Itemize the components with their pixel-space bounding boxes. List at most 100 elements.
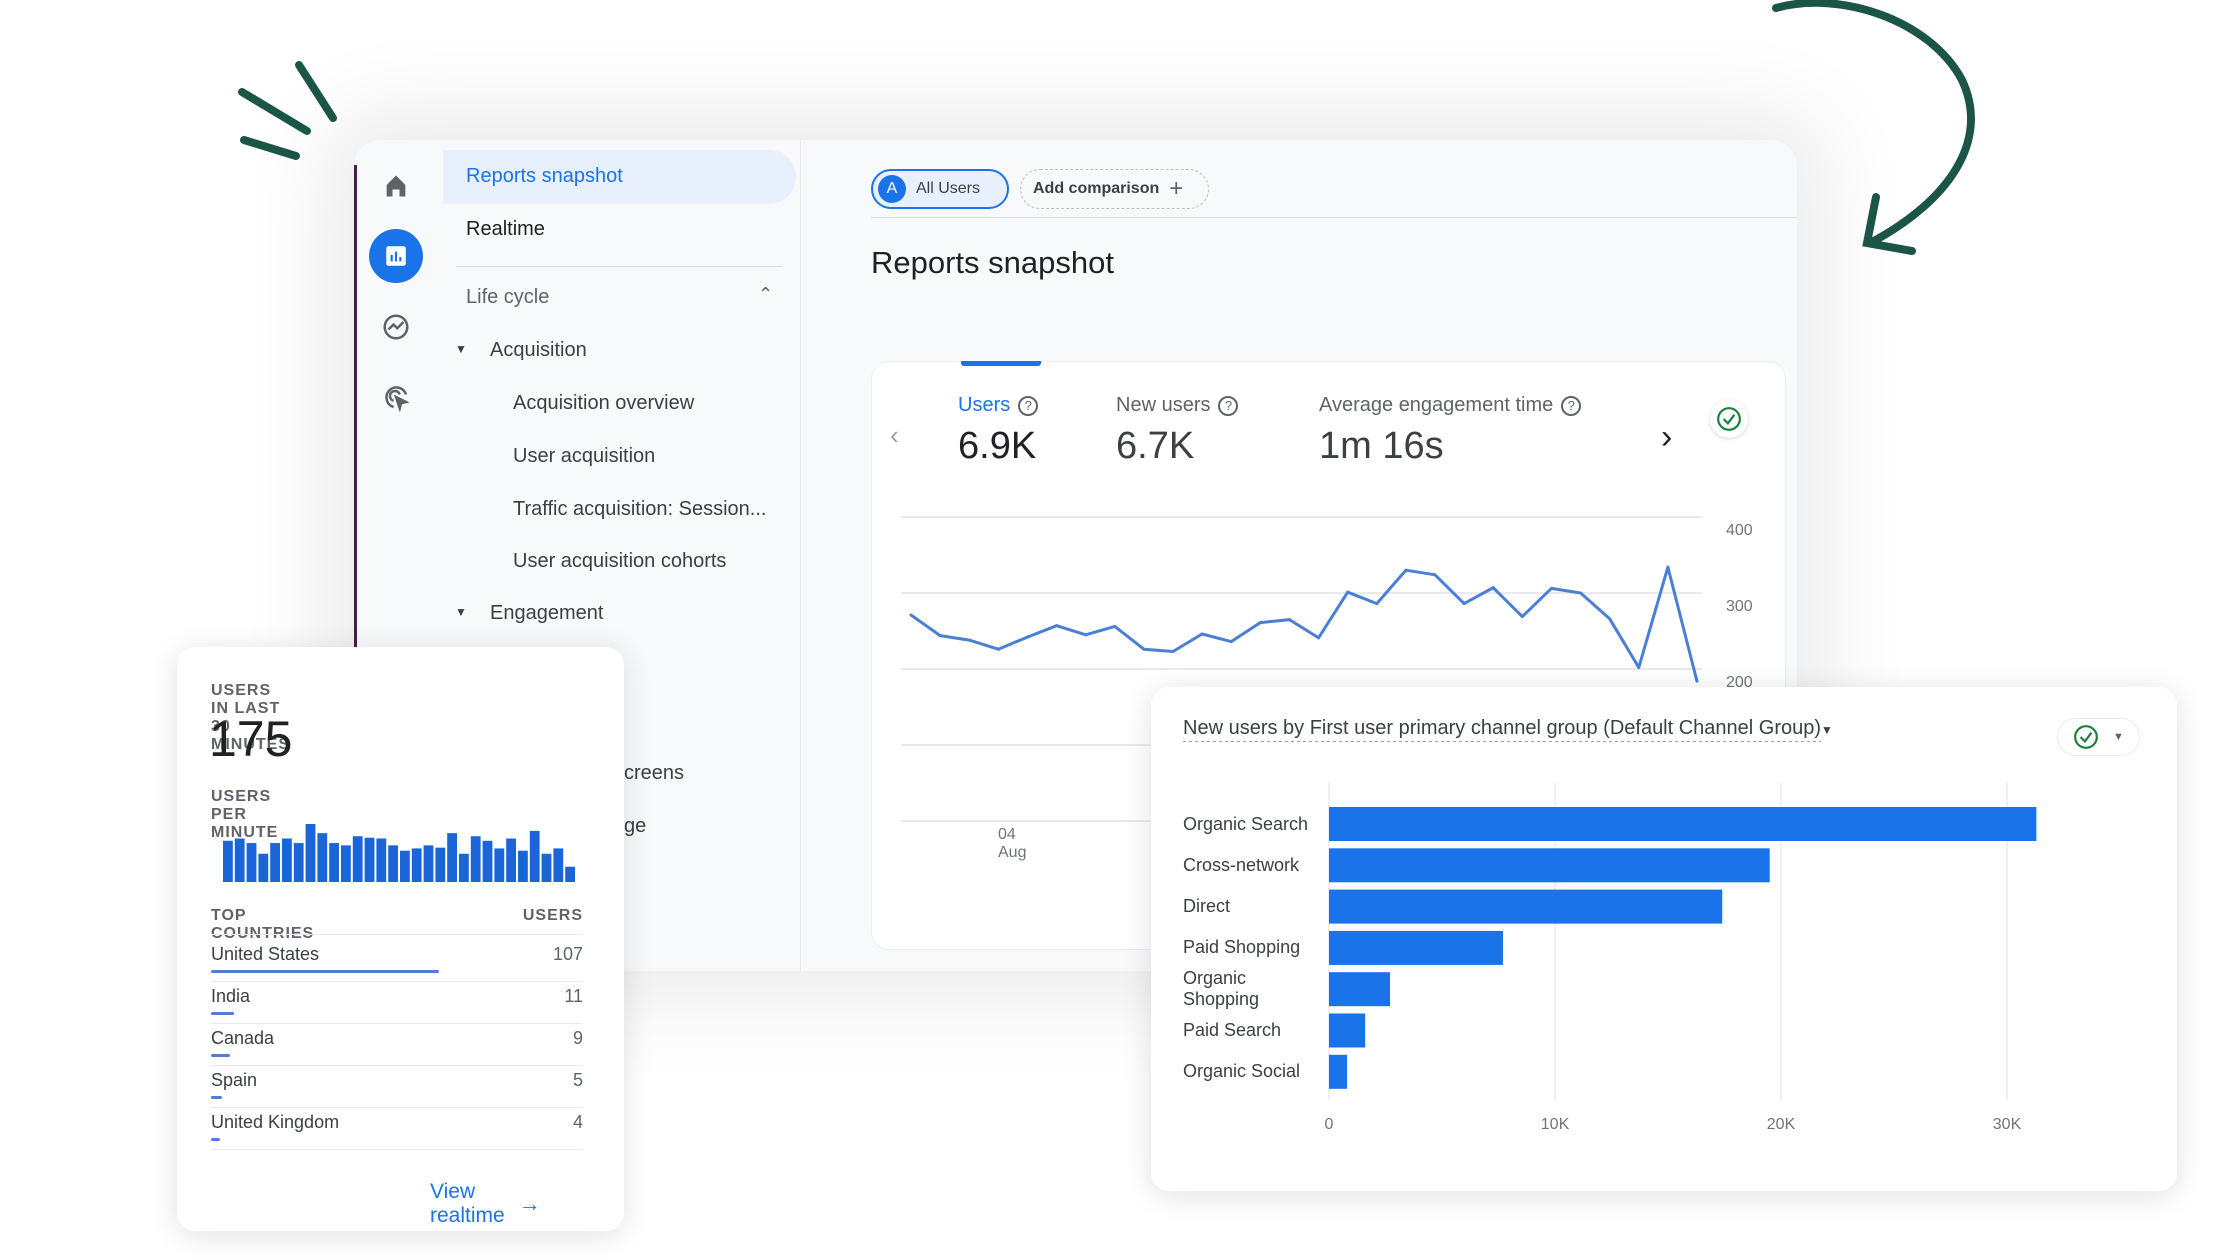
minute-bar [246, 843, 257, 882]
chevron-left-icon[interactable]: ‹ [890, 420, 899, 451]
country-users: 11 [564, 986, 583, 1006]
add-comparison-button[interactable]: Add comparison + [1020, 169, 1209, 209]
nav-item-realtime[interactable]: Realtime [466, 218, 545, 241]
chevron-up-icon[interactable]: ⌃ [758, 284, 773, 305]
country-users: 4 [572, 1112, 583, 1132]
minute-bar [518, 850, 528, 882]
minute-bar [482, 840, 493, 882]
metric-avg-engagement[interactable]: Average engagement time? [1319, 394, 1582, 417]
channel-bar[interactable] [1329, 889, 1723, 924]
nav-item-traffic-acquisition[interactable]: Traffic acquisition: Session... [513, 498, 766, 521]
data-point [1084, 633, 1088, 637]
minute-bar [364, 837, 375, 882]
data-point [1520, 615, 1524, 619]
data-point [1113, 624, 1117, 628]
x-axis-tick: 20K [1767, 1116, 1796, 1133]
country-name: India [211, 986, 251, 1006]
minute-bar [376, 838, 387, 882]
table-row[interactable]: Canada 9 [211, 1024, 583, 1066]
nav-group-engagement[interactable]: Engagement [490, 602, 603, 625]
data-point [1404, 568, 1408, 572]
reports-icon[interactable] [369, 229, 423, 283]
help-icon[interactable]: ? [1218, 395, 1239, 416]
metric-new-users[interactable]: New users? [1116, 394, 1239, 417]
toolbar-divider [871, 217, 1797, 218]
channel-bar[interactable] [1329, 972, 1391, 1007]
channel-bar[interactable] [1329, 1054, 1348, 1089]
col-header-countries: TOP COUNTRIES [211, 907, 315, 942]
data-point [1579, 591, 1583, 595]
chevron-right-icon[interactable]: › [1661, 418, 1672, 457]
help-icon[interactable]: ? [1018, 395, 1039, 416]
arrow-right-icon: → [518, 1191, 541, 1216]
category-label: Organic Shopping [1183, 968, 1260, 1010]
data-point [1025, 635, 1029, 639]
home-icon[interactable] [372, 162, 420, 210]
country-name: United States [211, 944, 320, 964]
minute-bar [282, 838, 292, 882]
country-users: 5 [572, 1070, 583, 1090]
minute-bar [223, 840, 233, 882]
segment-chip-all-users[interactable]: A All Users [871, 169, 1009, 209]
x-axis-tick: 10K [1541, 1116, 1570, 1133]
table-row[interactable]: India 11 [211, 982, 583, 1024]
channel-bar[interactable] [1329, 930, 1504, 965]
minute-bar [470, 836, 481, 882]
nav-item-user-acquisition-cohorts[interactable]: User acquisition cohorts [513, 550, 726, 573]
country-share-bar [211, 970, 439, 973]
channel-bar[interactable] [1329, 848, 1770, 883]
data-point [1608, 617, 1612, 621]
minute-bar [293, 843, 304, 882]
advertising-icon[interactable] [372, 373, 420, 421]
country-users: 107 [552, 944, 583, 964]
nav-group-acquisition[interactable]: Acquisition [490, 339, 587, 362]
plus-icon: + [1169, 175, 1184, 202]
minute-bar [435, 847, 446, 882]
data-point [1666, 565, 1670, 569]
x-axis-tick: 0 [1325, 1116, 1334, 1133]
nav-separator [800, 140, 801, 971]
country-share-bar [211, 1138, 220, 1141]
nav-item-partial[interactable]: creens [624, 762, 684, 785]
data-point [996, 647, 1000, 651]
spark-line-icon [238, 88, 311, 135]
check-status-button[interactable] [1710, 400, 1748, 438]
minute-bar [234, 838, 245, 882]
col-header-users: USERS [522, 907, 583, 924]
data-point [1317, 636, 1321, 640]
nav-section-life-cycle[interactable]: Life cycle [466, 286, 549, 309]
sidebar-accent-border [354, 165, 357, 665]
view-realtime-link[interactable]: View realtime → [430, 1180, 541, 1228]
data-point [1055, 624, 1059, 628]
nav-item-reports-snapshot[interactable]: Reports snapshot [466, 165, 623, 188]
page-title: Reports snapshot [871, 245, 1114, 280]
caret-down-icon[interactable]: ▼ [455, 605, 467, 619]
nav-item-acquisition-overview[interactable]: Acquisition overview [513, 392, 694, 415]
channel-bar[interactable] [1329, 1013, 1366, 1048]
users-per-minute-chart [223, 824, 575, 882]
table-row[interactable]: United Kingdom 4 [211, 1108, 583, 1150]
minute-bar [553, 848, 564, 882]
category-label: Cross-network [1183, 854, 1300, 875]
channel-bar[interactable] [1329, 807, 2037, 841]
minute-bar [506, 838, 516, 882]
metric-users[interactable]: Users? [958, 394, 1039, 417]
arrow-head-icon [1862, 193, 1916, 255]
minute-bar [258, 853, 269, 882]
y-axis-tick: 400 [1726, 522, 1753, 539]
metric-value: 1m 16s [1319, 425, 1444, 467]
data-point [1462, 602, 1466, 606]
explore-icon[interactable] [372, 303, 420, 351]
x-axis-tick: 04 Aug [998, 826, 1027, 861]
table-row[interactable]: Spain 5 [211, 1066, 583, 1108]
minute-bar [305, 824, 316, 882]
nav-item-partial[interactable]: ge [624, 815, 646, 838]
help-icon[interactable]: ? [1561, 395, 1582, 416]
minute-bar [388, 845, 398, 882]
nav-divider [456, 266, 782, 267]
segment-label: All Users [916, 180, 981, 197]
caret-down-icon[interactable]: ▼ [455, 342, 467, 356]
nav-item-user-acquisition[interactable]: User acquisition [513, 445, 655, 468]
table-row[interactable]: United States 107 [211, 940, 583, 982]
spark-line-icon [295, 61, 337, 122]
